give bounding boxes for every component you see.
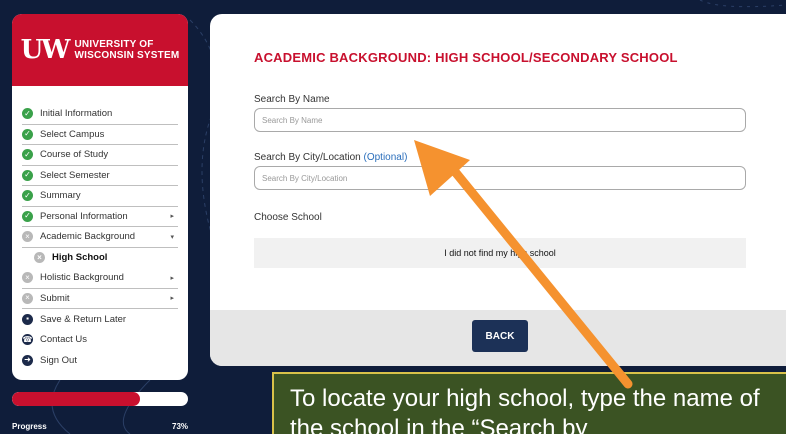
sidebar-item-personal-information[interactable]: ✓ Personal Information ▸: [22, 207, 178, 227]
sidebar-item-label: High School: [52, 252, 108, 264]
sign-out-link[interactable]: ➜ Sign Out: [22, 350, 178, 371]
sidebar-item-submit[interactable]: × Submit ▸: [22, 289, 178, 309]
sidebar-item-label: Contact Us: [40, 334, 87, 346]
sidebar-nav: ✓ Initial Information ✓ Select Campus ✓ …: [12, 86, 188, 371]
page-title: ACADEMIC BACKGROUND: HIGH SCHOOL/SECONDA…: [254, 50, 678, 65]
contact-us-link[interactable]: ☎ Contact Us: [22, 330, 178, 351]
search-by-city-input[interactable]: [254, 166, 746, 190]
search-by-name-input[interactable]: [254, 108, 746, 132]
save-icon: ▪: [22, 313, 33, 325]
sidebar-item-label: Sign Out: [40, 354, 77, 366]
instruction-callout: To locate your high school, type the nam…: [272, 372, 786, 434]
search-by-city-label: Search By City/Location (Optional): [254, 152, 408, 163]
sidebar-item-summary[interactable]: ✓ Summary: [22, 186, 178, 207]
search-by-name-label: Search By Name: [254, 94, 330, 105]
check-icon: ✓: [22, 169, 33, 181]
check-icon: ✓: [22, 190, 33, 202]
pending-circle-icon: ×: [22, 231, 33, 243]
progress-fill: [12, 392, 141, 406]
phone-icon: ☎: [22, 334, 33, 346]
sidebar-item-label: Select Semester: [40, 169, 110, 181]
chevron-right-icon: ▸: [170, 213, 174, 221]
sidebar: UW UNIVERSITY OF WISCONSIN SYSTEM ✓ Init…: [12, 14, 188, 380]
choose-school-label: Choose School: [254, 212, 322, 223]
sidebar-item-select-campus[interactable]: ✓ Select Campus: [22, 125, 178, 145]
chevron-right-icon: ▸: [170, 295, 174, 303]
pending-circle-icon: ×: [34, 252, 45, 264]
check-icon: ✓: [22, 149, 33, 161]
progress-label: Progress: [12, 422, 47, 431]
sidebar-item-label: Course of Study: [40, 149, 109, 161]
not-found-school-option[interactable]: I did not find my high school: [254, 238, 746, 268]
sidebar-item-academic-background[interactable]: × Academic Background ▾: [22, 227, 178, 248]
check-icon: ✓: [22, 210, 33, 222]
sidebar-item-label: Save & Return Later: [40, 313, 127, 325]
save-return-later-link[interactable]: ▪ Save & Return Later: [22, 309, 178, 330]
main-panel: ACADEMIC BACKGROUND: HIGH SCHOOL/SECONDA…: [210, 14, 786, 366]
sidebar-item-label: Academic Background: [40, 231, 136, 243]
sidebar-item-label: Select Campus: [40, 128, 105, 140]
sidebar-item-select-semester[interactable]: ✓ Select Semester: [22, 166, 178, 186]
sidebar-item-label: Summary: [40, 190, 81, 202]
check-icon: ✓: [22, 108, 33, 120]
chevron-right-icon: ▸: [170, 274, 174, 282]
sidebar-item-initial-information[interactable]: ✓ Initial Information: [22, 104, 178, 125]
sidebar-item-course-of-study[interactable]: ✓ Course of Study: [22, 145, 178, 166]
progress-bar: [12, 392, 188, 406]
sidebar-item-label: Submit: [40, 292, 70, 304]
sidebar-item-label: Holistic Background: [40, 272, 124, 284]
chevron-down-icon: ▾: [170, 233, 174, 241]
sidebar-item-holistic-background[interactable]: × Holistic Background ▸: [22, 268, 178, 289]
pending-circle-icon: ×: [22, 292, 33, 304]
sidebar-subitem-high-school[interactable]: × High School: [22, 248, 178, 269]
university-logo[interactable]: UW UNIVERSITY OF WISCONSIN SYSTEM: [12, 14, 188, 86]
optional-tag: (Optional): [363, 152, 408, 163]
form-footer: BACK: [210, 310, 786, 366]
logo-mark: UW: [20, 35, 71, 65]
logo-text: UNIVERSITY OF WISCONSIN SYSTEM: [74, 39, 180, 61]
check-icon: ✓: [22, 128, 33, 140]
sign-out-icon: ➜: [22, 354, 33, 366]
pending-circle-icon: ×: [22, 272, 33, 284]
back-button[interactable]: BACK: [472, 320, 528, 352]
sidebar-item-label: Personal Information: [40, 210, 128, 222]
sidebar-item-label: Initial Information: [40, 108, 113, 120]
progress-percent: 73%: [172, 422, 189, 431]
